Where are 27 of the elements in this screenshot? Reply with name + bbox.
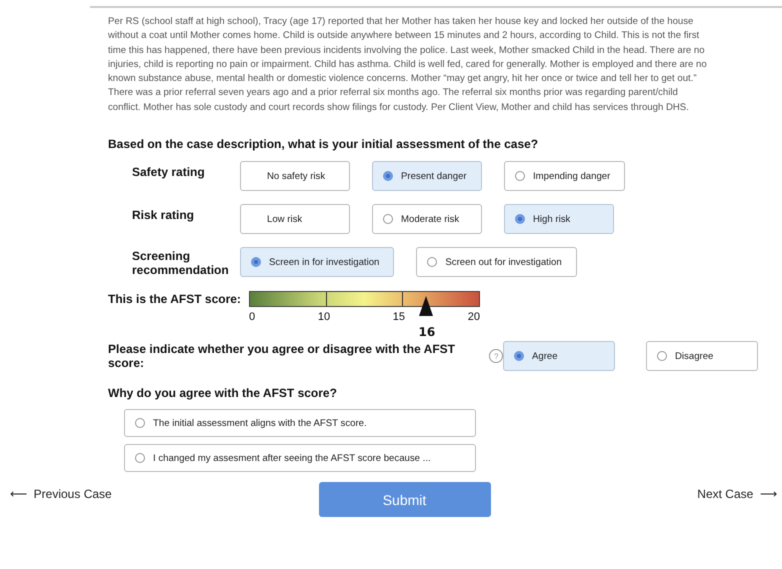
agree-question: Please indicate whether you agree or disagree with the AFST score: <box>108 342 456 370</box>
previous-case-link[interactable]: ⟵ Previous Case <box>10 487 112 518</box>
tick-label: 15 <box>392 311 406 324</box>
agree-option[interactable]: Agree <box>503 341 615 372</box>
rating-option[interactable]: Screen in for investigation <box>240 247 394 278</box>
rating-option[interactable]: Screen out for investigation <box>416 247 577 278</box>
rating-option[interactable]: Present danger <box>372 161 482 192</box>
rating-option[interactable]: High risk <box>504 204 614 234</box>
agree-option[interactable]: Disagree <box>646 341 758 372</box>
reason-option[interactable]: I changed my assesment after seeing the AFST score because ... <box>124 444 476 472</box>
rating-label: Screening recommendation <box>132 248 230 278</box>
next-case-link[interactable]: Next Case ⟶ <box>697 487 777 518</box>
question-heading: Based on the case description, what is your initial assessment of the case? <box>108 137 540 152</box>
reason-option[interactable]: The initial assessment aligns with the AFST score. <box>124 409 476 438</box>
tick-label: 20 <box>468 311 480 324</box>
case-description: Per RS (school staff at high school), Tracy (age 17) reported that her Mother has taken her house key and locked her outside of the house without a coat until Mother comes home. Child is outside anywhere between 15 minutes and 2 hours, according to Child. This is not the first time this has happened, there have been previous incidents involving the police. Last week, Mother smacked Child in the head. There are no injuries, child is reporting no pain or impairment. Child has asthma. Child is well fed, cared for generally. Mother is employed and there are no known substance abuse, mental health or domestic violence concerns. Mother “may get angry, hit her once or twice and tell her to get out.” There was a prior referral seven years ago and a prior referral six months ago. The referral six months prior was regarding parent/child conflict. Mother has sole custody and court records show filings for custody. Per Client View, Mother and child has services through DHS. <box>108 15 708 115</box>
rating-label: Risk rating <box>132 207 196 222</box>
tick-label: 10 <box>318 311 330 324</box>
score-value: 16 <box>418 325 436 340</box>
rating-option[interactable]: No safety risk <box>240 161 350 192</box>
rating-option[interactable]: Low risk <box>240 204 350 234</box>
score-label: This is the AFST score: <box>108 291 242 308</box>
rating-option[interactable]: Impending danger <box>504 161 626 192</box>
why-heading: Why do you agree with the AFST score? <box>108 386 338 400</box>
rating-label: Safety rating <box>132 164 206 180</box>
tick-label: 0 <box>249 311 256 324</box>
rating-option[interactable]: Moderate risk <box>372 204 482 234</box>
